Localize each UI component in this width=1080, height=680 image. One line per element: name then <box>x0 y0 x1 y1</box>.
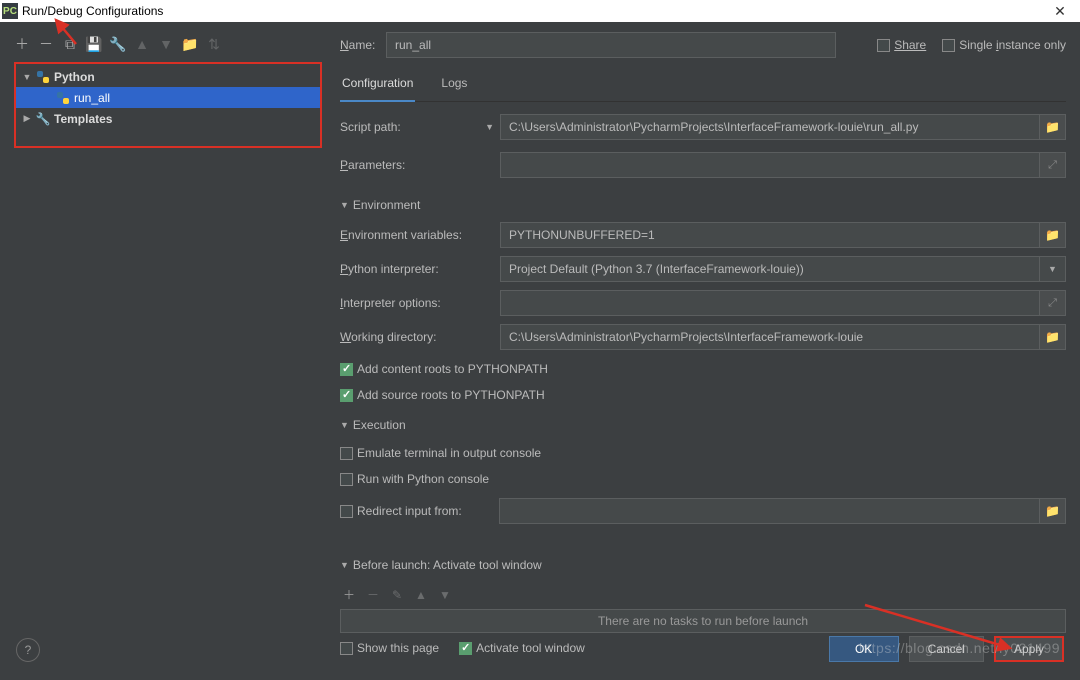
interpreter-options-row: Interpreter options: ⤢ <box>340 290 1066 316</box>
redirect-input-field <box>499 498 1040 524</box>
chevron-down-icon: ▼ <box>340 200 349 210</box>
parameters-input[interactable] <box>500 152 1040 178</box>
share-checkbox[interactable]: Share <box>877 38 926 52</box>
chevron-down-icon[interactable]: ▼ <box>485 122 494 132</box>
browse-icon[interactable]: 📁 <box>1040 114 1066 140</box>
redirect-input-checkbox[interactable] <box>340 505 353 518</box>
activate-tool-window-checkbox[interactable]: Activate tool window <box>459 641 585 655</box>
parameters-row: Parameters: ⤢ <box>340 152 1066 178</box>
working-dir-input[interactable] <box>500 324 1040 350</box>
run-python-console-checkbox[interactable]: Run with Python console <box>340 472 1066 486</box>
close-icon[interactable]: ✕ <box>1040 0 1080 22</box>
browse-icon: 📁 <box>1040 498 1066 524</box>
browse-icon[interactable]: 📁 <box>1040 324 1066 350</box>
tree-node-templates[interactable]: ▶ 🔧 Templates <box>16 108 320 129</box>
up-icon: ▲ <box>134 36 150 52</box>
up-icon: ▲ <box>414 588 428 602</box>
apply-button[interactable]: Apply <box>994 636 1064 662</box>
before-launch-toolbar: ＋ － ✎ ▲ ▼ <box>340 586 1066 603</box>
script-path-label: Script path: ▼ <box>340 120 500 134</box>
chevron-down-icon: ▼ <box>22 72 32 82</box>
tab-configuration[interactable]: Configuration <box>340 70 415 102</box>
env-vars-input[interactable] <box>500 222 1040 248</box>
tree-label: Python <box>54 70 95 84</box>
save-icon[interactable]: 💾 <box>86 36 102 52</box>
script-path-input[interactable] <box>500 114 1040 140</box>
chevron-right-icon: ▶ <box>22 113 32 124</box>
before-launch-header[interactable]: ▼Before launch: Activate tool window <box>340 558 1066 572</box>
dialog-buttons: OK Cancel Apply <box>829 636 1064 662</box>
add-icon[interactable]: ＋ <box>342 586 356 603</box>
redirect-input-row: Redirect input from: 📁 <box>340 498 1066 524</box>
before-launch-empty: There are no tasks to run before launch <box>340 609 1066 633</box>
name-row: Name: Share Single instance only <box>340 32 1066 58</box>
python-interpreter-row: Python interpreter: Project Default (Pyt… <box>340 256 1066 282</box>
add-content-roots-checkbox[interactable]: Add content roots to PYTHONPATH <box>340 362 1066 376</box>
sort-icon: ⇅ <box>206 36 222 52</box>
interpreter-options-input[interactable] <box>500 290 1040 316</box>
help-button[interactable]: ? <box>16 638 40 662</box>
show-this-page-checkbox[interactable]: Show this page <box>340 641 439 655</box>
working-dir-label: Working directory: <box>340 330 500 344</box>
interpreter-options-label: Interpreter options: <box>340 296 500 310</box>
remove-icon: － <box>366 586 380 603</box>
execution-section-header[interactable]: ▼Execution <box>340 418 1066 432</box>
tree-label: Templates <box>54 112 112 126</box>
remove-icon[interactable]: － <box>38 36 54 52</box>
chevron-down-icon: ▼ <box>340 560 349 570</box>
app-icon: PC <box>2 3 18 19</box>
name-input[interactable] <box>386 32 836 58</box>
window-title: Run/Debug Configurations <box>22 4 163 18</box>
redirect-input-label: Redirect input from: <box>357 504 489 518</box>
working-dir-row: Working directory: 📁 <box>340 324 1066 350</box>
right-pane: Name: Share Single instance only Configu… <box>330 22 1080 676</box>
folder-icon[interactable]: 📁 <box>182 36 198 52</box>
add-source-roots-checkbox[interactable]: Add source roots to PYTHONPATH <box>340 388 1066 402</box>
ok-button[interactable]: OK <box>829 636 899 662</box>
expand-icon[interactable]: ⤢ <box>1040 152 1066 178</box>
config-toolbar: ＋ － ⧉ 💾 🔧 ▲ ▼ 📁 ⇅ <box>14 30 322 58</box>
edit-icon: ✎ <box>390 588 404 602</box>
parameters-label: Parameters: <box>340 158 500 172</box>
wrench-icon[interactable]: 🔧 <box>110 36 126 52</box>
env-section-header[interactable]: ▼Environment <box>340 198 1066 212</box>
chevron-down-icon: ▼ <box>340 420 349 430</box>
python-file-icon <box>56 91 70 105</box>
wrench-icon: 🔧 <box>36 112 50 126</box>
script-path-row: Script path: ▼ 📁 <box>340 114 1066 140</box>
titlebar: PC Run/Debug Configurations ✕ <box>0 0 1080 22</box>
cancel-button[interactable]: Cancel <box>909 636 984 662</box>
browse-icon[interactable]: 📁 <box>1040 222 1066 248</box>
chevron-down-icon[interactable]: ▼ <box>1040 256 1066 282</box>
python-interpreter-label: Python interpreter: <box>340 262 500 276</box>
tree-label: run_all <box>74 91 110 105</box>
copy-icon[interactable]: ⧉ <box>62 36 78 52</box>
left-pane: ＋ － ⧉ 💾 🔧 ▲ ▼ 📁 ⇅ ▼ Python <box>0 22 330 676</box>
add-icon[interactable]: ＋ <box>14 36 30 52</box>
tree-node-python[interactable]: ▼ Python <box>16 66 320 87</box>
python-interpreter-select[interactable]: Project Default (Python 3.7 (InterfaceFr… <box>500 256 1040 282</box>
expand-icon[interactable]: ⤢ <box>1040 290 1066 316</box>
python-icon <box>36 70 50 84</box>
tab-logs[interactable]: Logs <box>439 70 469 101</box>
config-tree: ▼ Python run_all ▶ 🔧 Templates <box>14 62 322 148</box>
name-label: Name: <box>340 38 386 52</box>
env-vars-row: Environment variables: 📁 <box>340 222 1066 248</box>
tree-node-run-all[interactable]: run_all <box>16 87 320 108</box>
down-icon: ▼ <box>158 36 174 52</box>
emulate-terminal-checkbox[interactable]: Emulate terminal in output console <box>340 446 1066 460</box>
down-icon: ▼ <box>438 588 452 602</box>
single-instance-checkbox[interactable]: Single instance only <box>942 38 1066 52</box>
env-vars-label: Environment variables: <box>340 228 500 242</box>
tabs: Configuration Logs <box>340 70 1066 102</box>
